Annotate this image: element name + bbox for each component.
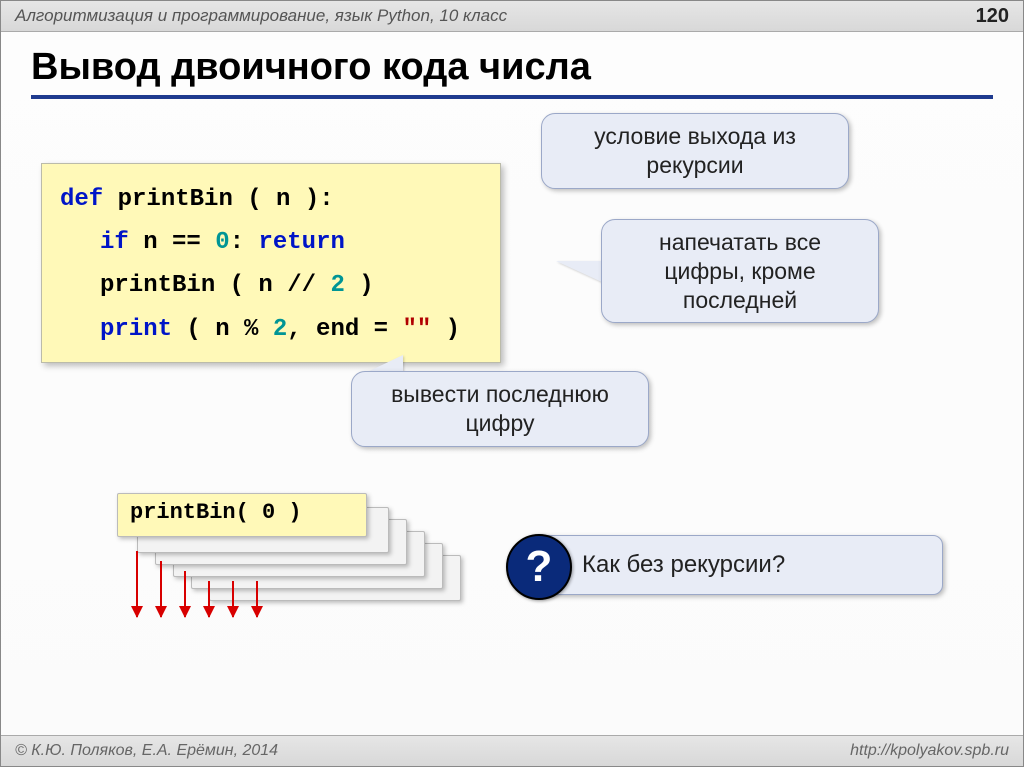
callout-exit-condition: условие выхода из рекурсии (541, 113, 849, 189)
arrow-icon (160, 561, 162, 617)
arrow-icon (184, 571, 186, 617)
header-bar: Алгоритмизация и программирование, язык … (1, 1, 1023, 32)
code-line-3: printBin ( n // 2 ) (60, 264, 482, 307)
stack-top-card: printBin( 0 ) (117, 493, 367, 537)
question-mark-icon: ? (506, 534, 572, 600)
footer-link: http://kpolyakov.spb.ru (850, 742, 1009, 760)
callout-2-tail (556, 261, 604, 283)
slide: Алгоритмизация и программирование, язык … (0, 0, 1024, 767)
code-line-4: print ( n % 2, end = "" ) (60, 308, 482, 351)
page-title: Вывод двоичного кода числа (31, 46, 993, 99)
arrow-icon (232, 581, 234, 617)
footer-bar: © К.Ю. Поляков, Е.А. Ерёмин, 2014 http:/… (1, 735, 1023, 766)
copyright-text: © К.Ю. Поляков, Е.А. Ерёмин, 2014 (15, 742, 278, 760)
page-number: 120 (976, 5, 1009, 28)
code-line-2: if n == 0: return (60, 221, 482, 264)
call-stack: printBin( 0 ) (117, 489, 437, 619)
code-block: def printBin ( n ): if n == 0: return pr… (41, 163, 501, 363)
subject-text: Алгоритмизация и программирование, язык … (15, 6, 507, 26)
question-text: Как без рекурсии? (582, 551, 785, 579)
arrow-icon (256, 581, 258, 617)
arrow-icon (208, 581, 210, 617)
callout-print-last: вывести последнюю цифру (351, 371, 649, 447)
callout-print-rest: напечатать все цифры, кроме последней (601, 219, 879, 323)
question-box: ? Как без рекурсии? (531, 535, 943, 595)
arrow-icon (136, 551, 138, 617)
code-line-1: def printBin ( n ): (60, 178, 482, 221)
